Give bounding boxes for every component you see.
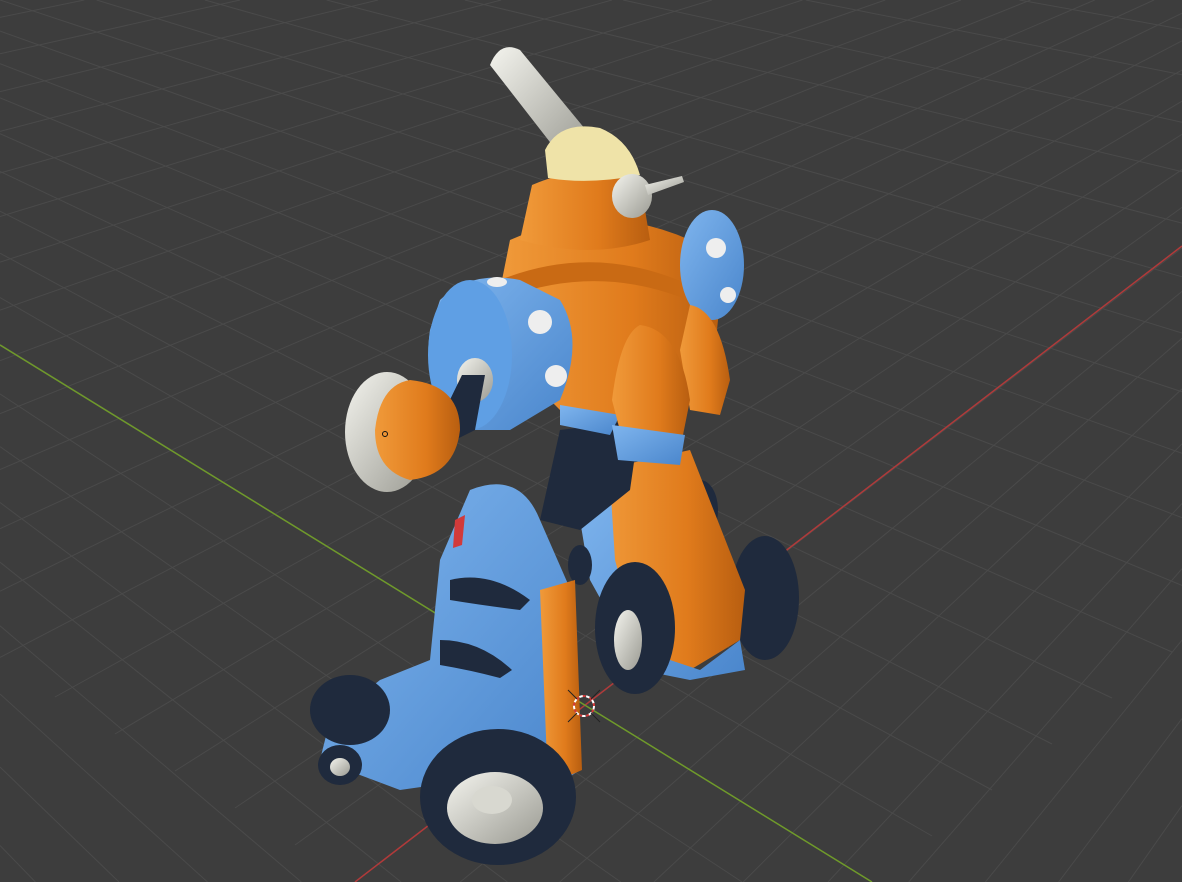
robot-model[interactable] bbox=[310, 47, 799, 865]
grid-line bbox=[742, 443, 1182, 882]
grid-line bbox=[0, 0, 502, 132]
grid-line bbox=[0, 845, 36, 882]
grid-line bbox=[827, 503, 1182, 882]
grid-line bbox=[0, 0, 85, 18]
viewport-canvas[interactable] bbox=[0, 0, 1182, 882]
grid-line bbox=[0, 693, 208, 882]
grid-line bbox=[985, 639, 1182, 882]
grid-line bbox=[0, 625, 302, 882]
grid-line bbox=[0, 0, 803, 263]
right-shoulder bbox=[680, 210, 744, 320]
grid-line bbox=[1058, 718, 1182, 882]
left-hand bbox=[375, 380, 460, 480]
grid-line bbox=[1127, 805, 1182, 882]
antenna bbox=[612, 174, 684, 218]
grid-line bbox=[622, 0, 1182, 123]
cannon-dome bbox=[545, 126, 640, 181]
grid-line bbox=[908, 568, 1182, 882]
grid-line bbox=[0, 0, 241, 55]
grid-line bbox=[0, 766, 120, 882]
left-front-wheel bbox=[420, 729, 576, 865]
3d-viewport[interactable] bbox=[0, 0, 1182, 882]
grid-line bbox=[0, 0, 379, 93]
